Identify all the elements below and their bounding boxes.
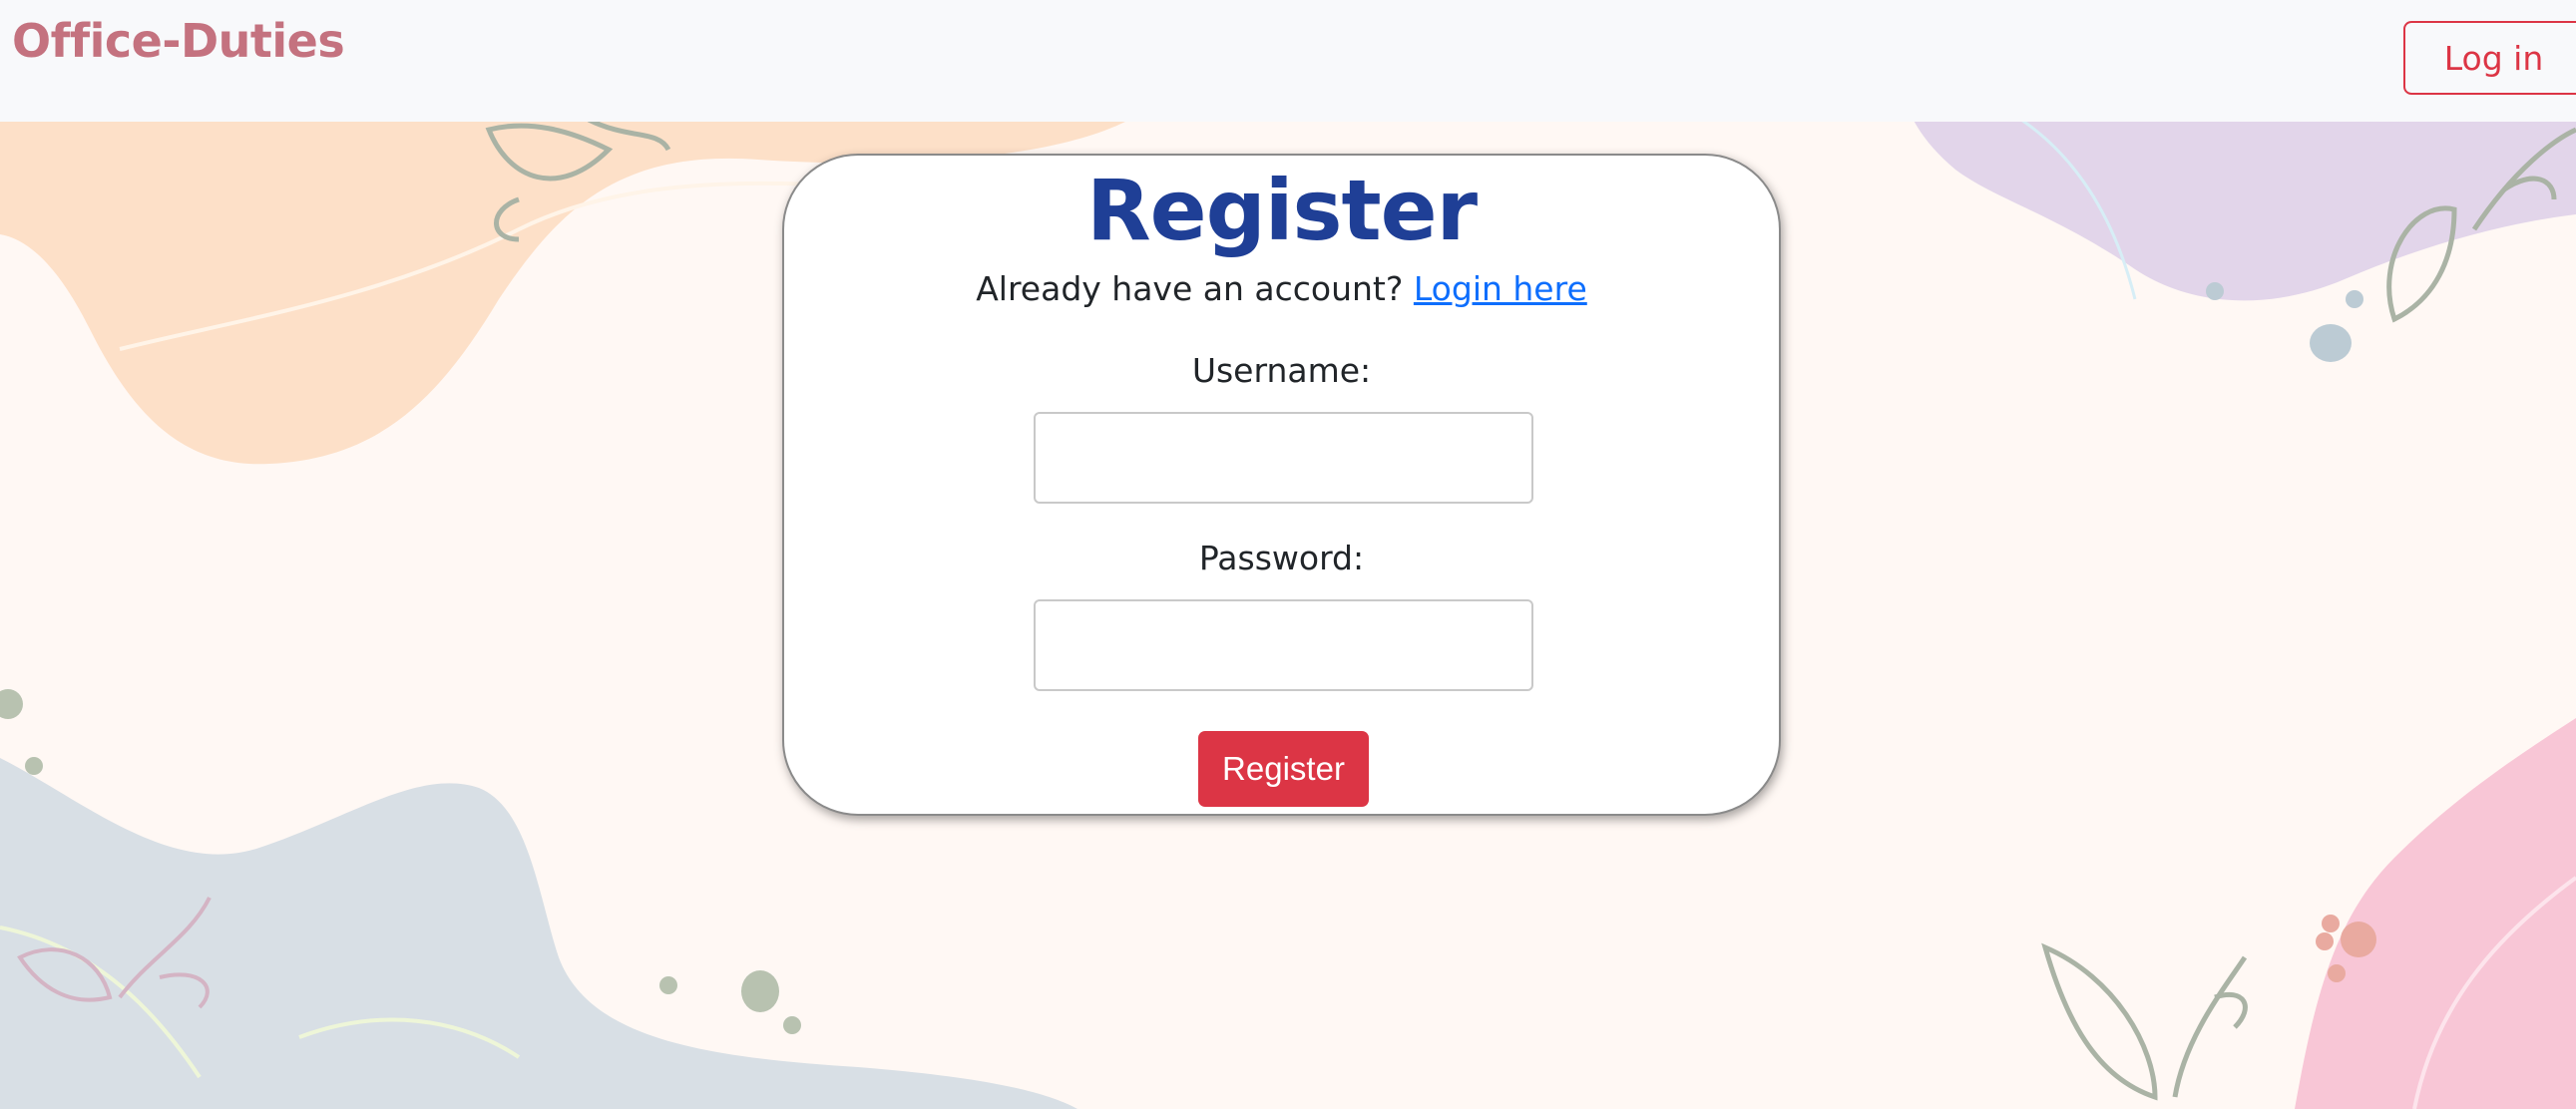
dot bbox=[0, 689, 23, 719]
brand-logo[interactable]: Office-Duties bbox=[12, 14, 345, 68]
username-field[interactable] bbox=[1034, 412, 1533, 504]
leaf-sketch bbox=[2041, 942, 2248, 1101]
dot bbox=[2346, 290, 2363, 308]
register-card: Register Already have an account? Login … bbox=[782, 154, 1781, 816]
account-prompt: Already have an account? Login here bbox=[784, 269, 1779, 308]
page-title: Register bbox=[1085, 162, 1478, 259]
account-prompt-text: Already have an account? bbox=[976, 269, 1404, 308]
dot bbox=[25, 757, 43, 775]
register-button[interactable]: Register bbox=[1198, 731, 1369, 807]
dot bbox=[741, 970, 779, 1012]
dot bbox=[2310, 324, 2352, 362]
purple-blob bbox=[1906, 100, 2576, 301]
dot bbox=[2316, 932, 2334, 950]
dot bbox=[2322, 915, 2340, 932]
dot bbox=[2341, 922, 2376, 957]
dot bbox=[783, 1016, 801, 1034]
dot bbox=[2328, 964, 2346, 982]
password-field[interactable] bbox=[1034, 599, 1533, 691]
login-button[interactable]: Log in bbox=[2403, 21, 2576, 95]
username-label: Username: bbox=[1191, 351, 1372, 390]
login-link[interactable]: Login here bbox=[1414, 269, 1587, 308]
dot bbox=[659, 976, 677, 994]
password-label: Password: bbox=[1198, 539, 1365, 577]
top-navbar: Office-Duties Log in bbox=[0, 0, 2576, 122]
dot bbox=[2206, 282, 2224, 300]
